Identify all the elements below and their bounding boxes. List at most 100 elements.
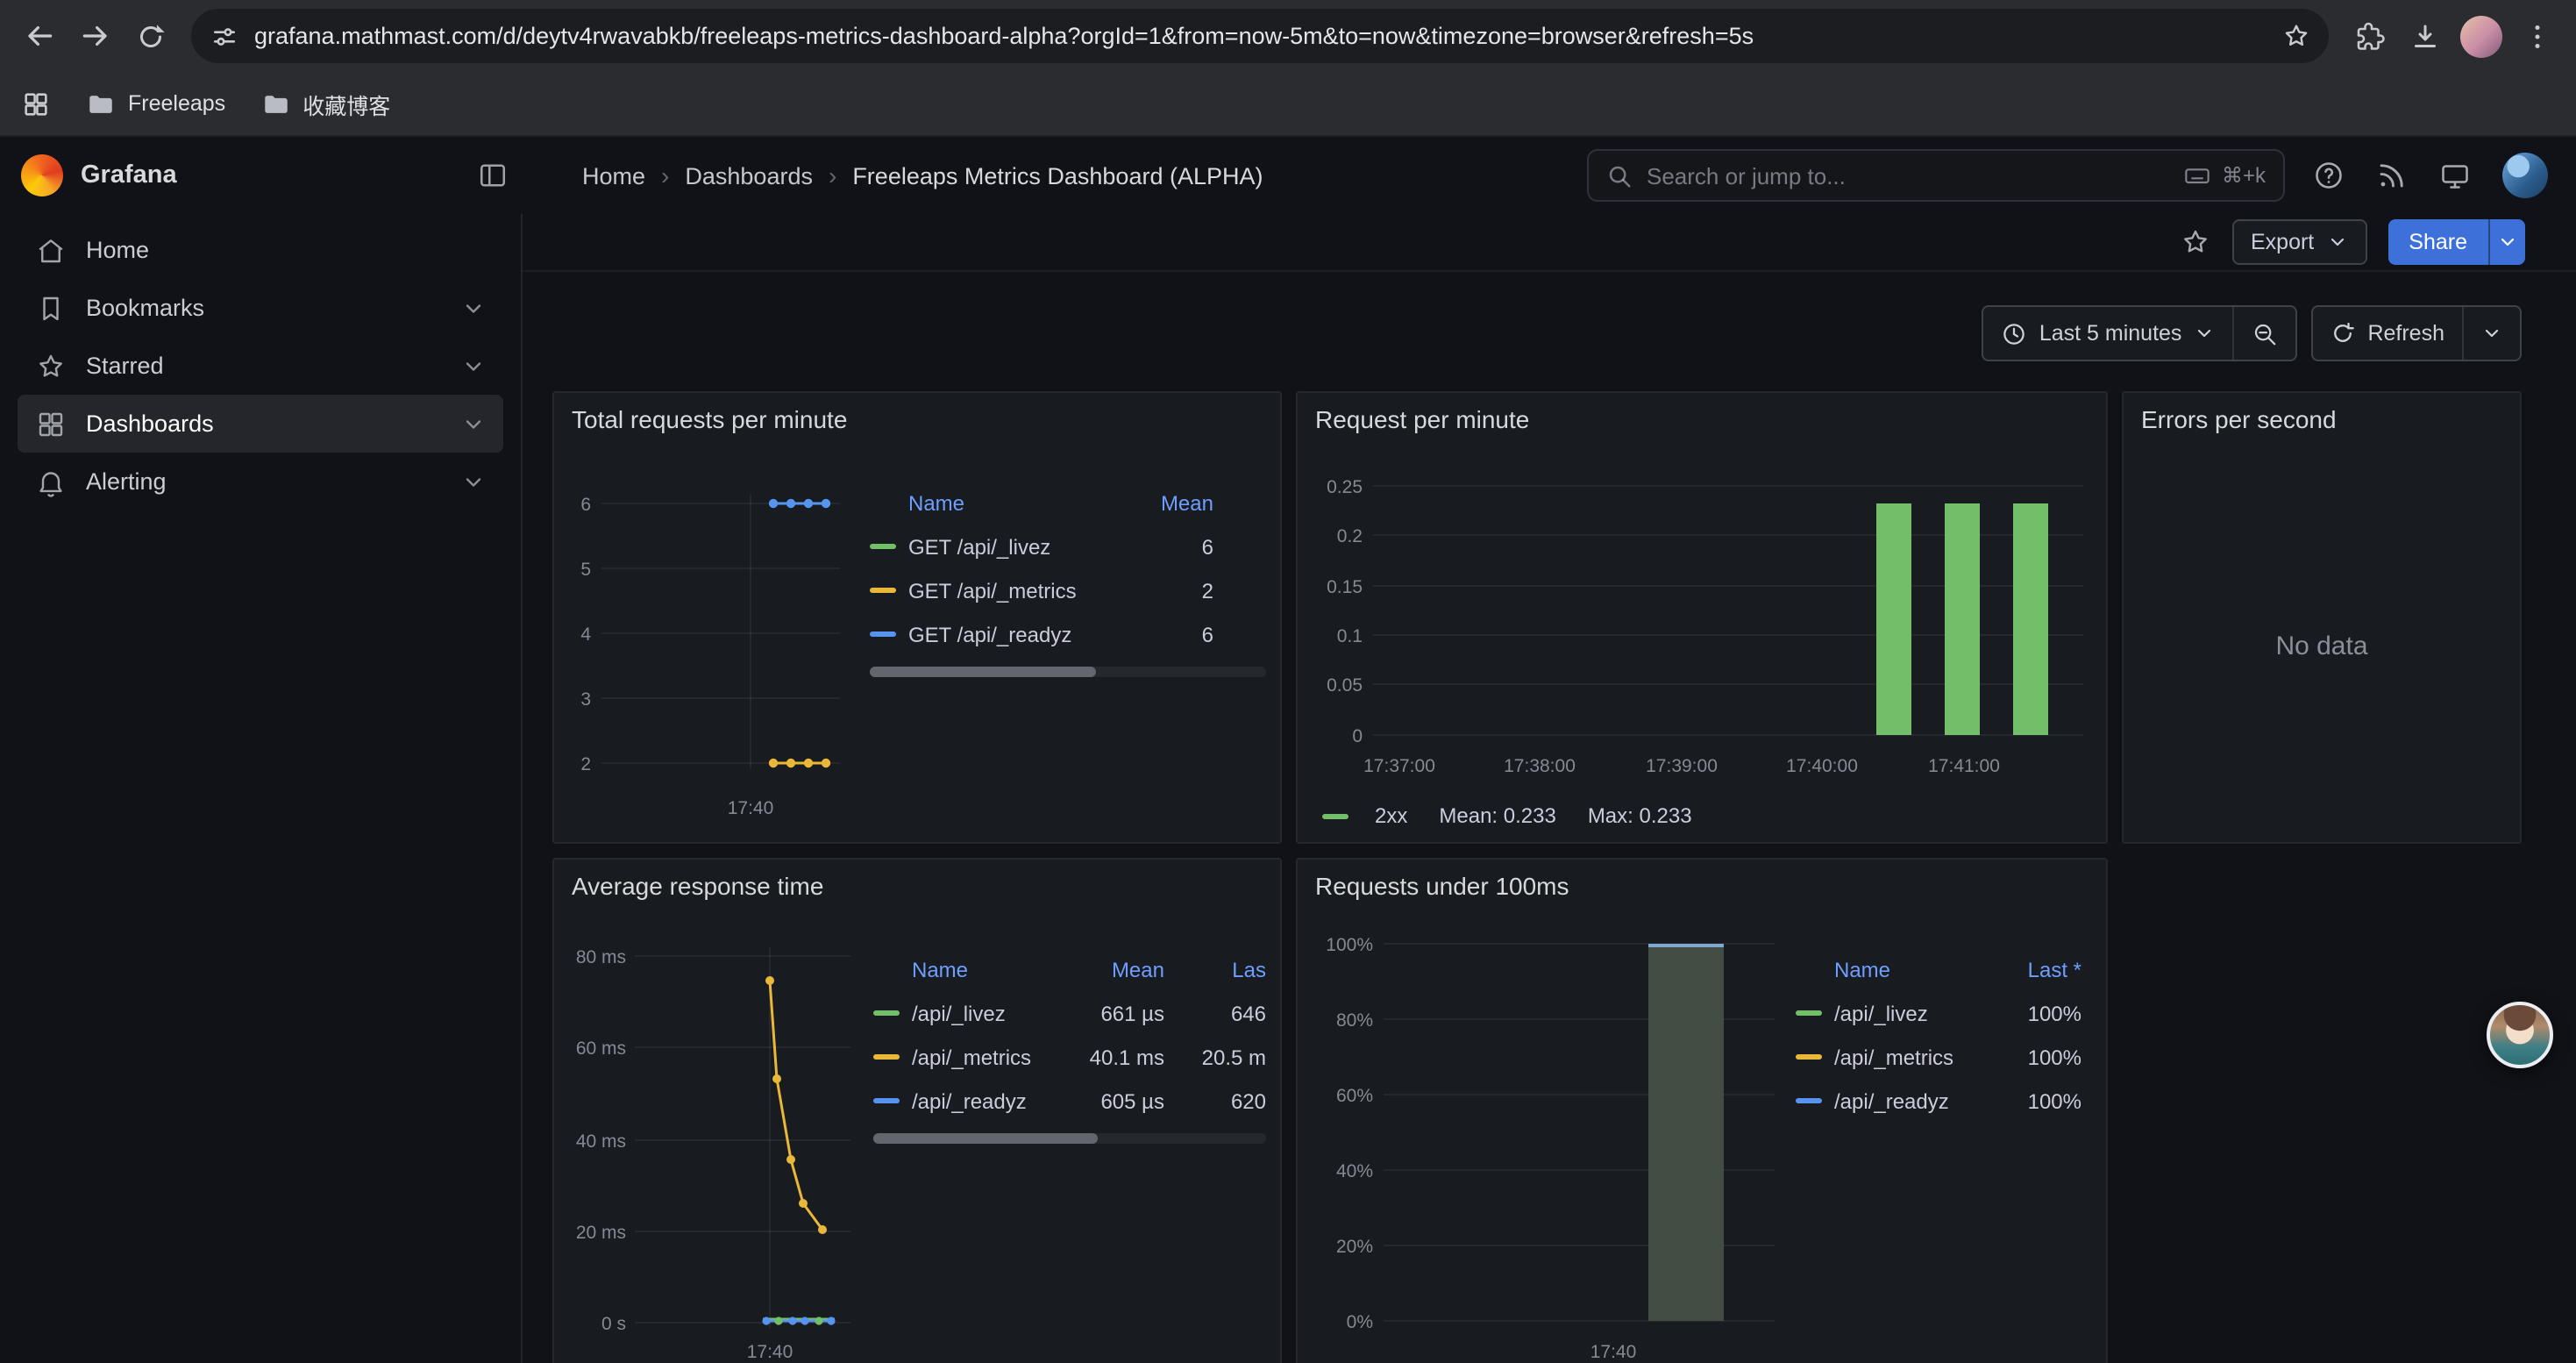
legend-row[interactable]: /api/_readyz 605 µs 620 [873, 1079, 1266, 1123]
legend-header-last[interactable]: Las [1164, 958, 1266, 982]
browser-toolbar: grafana.mathmast.com/d/deytv4rwavabkb/fr… [0, 0, 2576, 72]
favorite-star-icon[interactable] [2179, 226, 2210, 258]
monitor-icon[interactable] [2439, 160, 2471, 191]
series-name: /api/_metrics [1834, 1045, 1980, 1069]
series-last: 646 [1164, 1001, 1266, 1025]
screen: grafana.mathmast.com/d/deytv4rwavabkb/fr… [0, 0, 2576, 1363]
grafana-logo[interactable] [21, 154, 63, 196]
svg-text:0.1: 0.1 [1337, 626, 1363, 646]
share-menu-caret[interactable] [2488, 219, 2525, 265]
profile-avatar[interactable] [2455, 10, 2508, 62]
reload-icon [135, 20, 167, 52]
sidebar-item-alerting[interactable]: Alerting [18, 453, 503, 510]
legend-header-name[interactable]: Name [873, 958, 1059, 982]
legend-header-mean[interactable]: Mean [1126, 491, 1213, 516]
puzzle-icon [2353, 20, 2385, 52]
legend-row[interactable]: /api/_readyz 100% [1796, 1079, 2089, 1123]
chevron-down-icon[interactable] [461, 411, 486, 436]
profile-avatar-image [2460, 15, 2502, 57]
legend-row[interactable]: /api/_metrics 40.1 ms 20.5 m [873, 1035, 1266, 1079]
legend-header-name[interactable]: Name [870, 491, 1126, 516]
series-last: 100% [1980, 1088, 2089, 1113]
legend-header: Name Mean Las [873, 949, 1266, 991]
nav-brand-area: Grafana [21, 154, 509, 196]
forward-button[interactable] [68, 10, 121, 62]
sidebar-item-starred[interactable]: Starred [18, 337, 503, 395]
svg-text:40 ms: 40 ms [576, 1131, 626, 1152]
svg-text:17:38:00: 17:38:00 [1504, 756, 1576, 776]
scrollbar-thumb[interactable] [873, 1133, 1097, 1144]
legend-row[interactable]: GET /api/_readyz 6 [870, 612, 1266, 656]
zoom-out-button[interactable] [2234, 307, 2295, 360]
bookmark-folder-favorites[interactable]: 收藏博客 [260, 87, 390, 120]
svg-text:0.05: 0.05 [1327, 675, 1363, 696]
legend-header-name[interactable]: Name [1796, 958, 1980, 982]
chevron-down-icon[interactable] [461, 296, 486, 320]
series-name: 2xx [1375, 803, 1407, 828]
panel-title[interactable]: Average response time [554, 860, 1280, 912]
bookmark-star-icon[interactable] [2273, 13, 2318, 59]
arrow-right-icon [78, 19, 111, 53]
scrollbar-thumb[interactable] [870, 667, 1096, 677]
legend-scrollbar[interactable] [873, 1133, 1266, 1144]
panel-body: 80 ms 60 ms 40 ms 20 ms 0 s 17:40 [554, 912, 1280, 1363]
back-button[interactable] [12, 10, 65, 62]
help-icon[interactable] [2313, 160, 2345, 191]
bookmark-label: 收藏博客 [302, 87, 390, 120]
share-button[interactable]: Share [2387, 219, 2488, 265]
chevron-down-icon[interactable] [461, 353, 486, 378]
breadcrumb-dashboards[interactable]: Dashboards [685, 162, 813, 189]
reload-button[interactable] [125, 10, 177, 62]
keyboard-icon [2183, 161, 2211, 189]
series-bars [1648, 946, 1724, 1321]
legend-row[interactable]: /api/_metrics 100% [1796, 1035, 2089, 1079]
legend-row[interactable]: /api/_livez 661 µs 646 [873, 991, 1266, 1035]
sidebar-item-dashboards[interactable]: Dashboards [18, 395, 503, 453]
series-mean: 2 [1126, 578, 1213, 603]
zoom-out-icon [2252, 320, 2278, 346]
series-bars [1876, 503, 2048, 735]
browser-menu-icon[interactable] [2511, 10, 2564, 62]
apps-grid-icon[interactable] [21, 89, 51, 118]
sidebar-item-label: Dashboards [86, 410, 214, 437]
news-rss-icon[interactable] [2376, 160, 2408, 191]
legend-row[interactable]: /api/_livez 100% [1796, 991, 2089, 1035]
legend-header-last[interactable]: Last * [1980, 958, 2089, 982]
screen-icon [2439, 160, 2471, 191]
export-button[interactable]: Export [2231, 219, 2366, 265]
series-color-dash [873, 1010, 900, 1016]
legend-header-mean[interactable]: Mean [1059, 958, 1164, 982]
sidebar-item-home[interactable]: Home [18, 221, 503, 279]
refresh-interval-caret[interactable] [2464, 307, 2520, 360]
user-avatar[interactable] [2502, 153, 2548, 198]
assistant-avatar[interactable] [2487, 1002, 2553, 1068]
panel-title[interactable]: Total requests per minute [554, 393, 1280, 446]
refresh-button[interactable]: Refresh [2313, 307, 2462, 360]
dock-menu-icon[interactable] [477, 160, 509, 191]
svg-text:3: 3 [580, 689, 591, 710]
svg-text:60%: 60% [1336, 1086, 1373, 1106]
site-settings-icon[interactable] [202, 13, 247, 59]
panel-title[interactable]: Requests under 100ms [1298, 860, 2106, 912]
url-bar[interactable]: grafana.mathmast.com/d/deytv4rwavabkb/fr… [191, 9, 2329, 63]
legend-scrollbar[interactable] [870, 667, 1266, 677]
series-color-dash [873, 1054, 900, 1060]
chevron-down-icon[interactable] [461, 469, 486, 494]
legend-row[interactable]: GET /api/_metrics 2 [870, 568, 1266, 612]
legend-row[interactable]: GET /api/_livez 6 [870, 525, 1266, 568]
legend-header: Name Mean [870, 482, 1266, 525]
bookmark-folder-freeleaps[interactable]: Freeleaps [86, 89, 225, 118]
chart-legend[interactable]: 2xx Mean: 0.233 Max: 0.233 [1298, 803, 2106, 828]
breadcrumb-home[interactable]: Home [582, 162, 645, 189]
search-input[interactable]: Search or jump to... ⌘+k [1587, 149, 2285, 202]
extensions-icon[interactable] [2343, 10, 2395, 62]
sidebar-item-bookmarks[interactable]: Bookmarks [18, 279, 503, 337]
refresh-label: Refresh [2367, 321, 2444, 346]
downloads-icon[interactable] [2399, 10, 2451, 62]
panel-title[interactable]: Request per minute [1298, 393, 2106, 446]
panel-title[interactable]: Errors per second [2124, 393, 2520, 446]
time-range-picker[interactable]: Last 5 minutes [1983, 307, 2233, 360]
series-max-stat: Max: 0.233 [1588, 803, 1692, 828]
chevron-down-icon [2481, 323, 2502, 344]
brand-name: Grafana [81, 161, 177, 189]
